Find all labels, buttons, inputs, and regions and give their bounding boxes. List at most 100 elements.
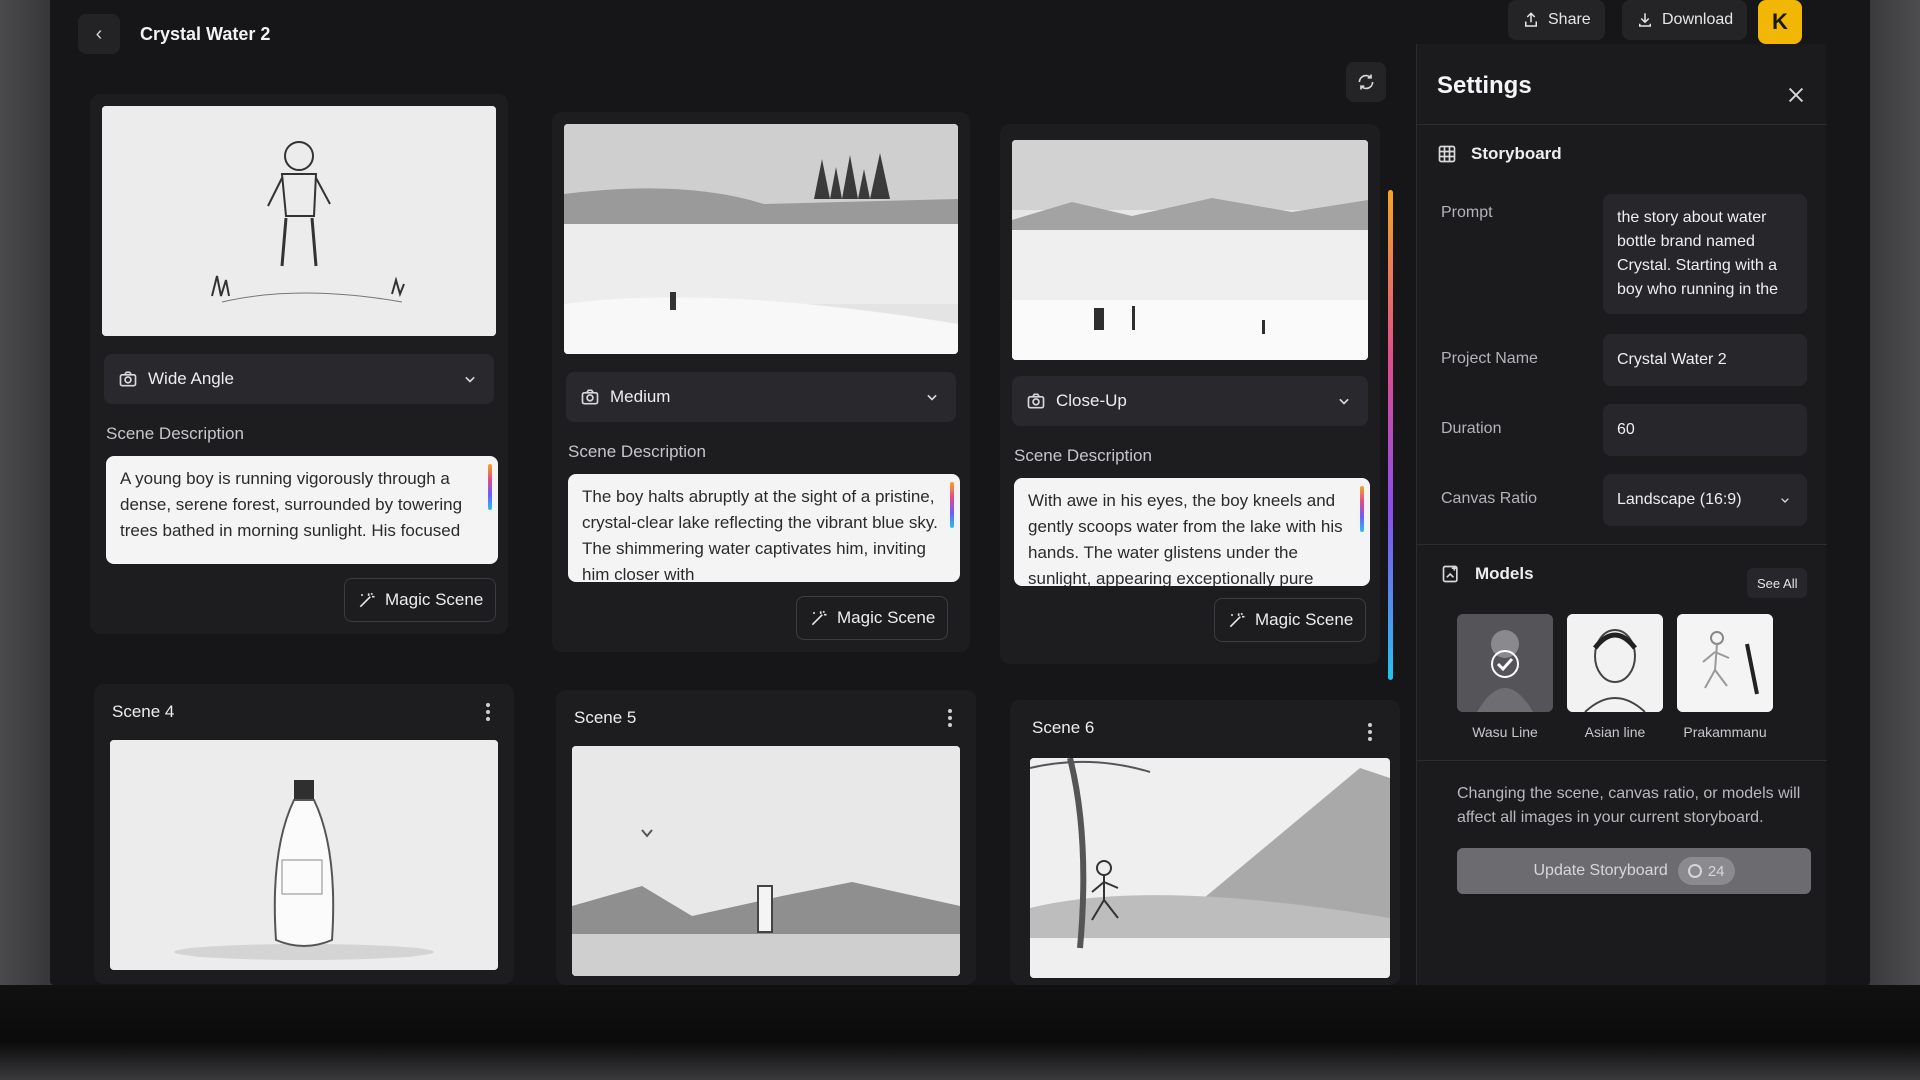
refresh-button[interactable]	[1346, 62, 1386, 102]
water-bottle-sketch	[110, 740, 498, 970]
refresh-icon	[1358, 74, 1374, 90]
shot-label: Wide Angle	[148, 369, 234, 388]
background-right	[1870, 0, 1920, 1080]
scene-image-4[interactable]	[110, 740, 498, 970]
credits-badge: 24	[1677, 857, 1735, 885]
scene-card-3: Close-Up Scene Description With awe in h…	[1000, 124, 1380, 664]
shot-select-1[interactable]: Wide Angle	[104, 354, 494, 404]
settings-panel: Settings Storyboard Prompt the story abo…	[1416, 44, 1827, 985]
scene-card-1: Wide Angle Scene Description A young boy…	[90, 94, 508, 634]
check-icon	[1491, 650, 1519, 678]
camera-icon	[1027, 393, 1045, 409]
magic-scene-label: Magic Scene	[385, 590, 484, 609]
magic-scene-button[interactable]: Magic Scene	[344, 578, 497, 622]
models-label: Models	[1475, 564, 1534, 583]
update-storyboard-button[interactable]: Update Storyboard 24	[1457, 848, 1811, 894]
model-thumbnail	[1677, 614, 1773, 712]
update-storyboard-label: Update Storyboard	[1533, 862, 1668, 879]
model-option-prakammanu[interactable]: Prakammanu	[1677, 614, 1773, 740]
close-icon[interactable]	[1785, 84, 1807, 106]
app-window: ‹ Crystal Water 2 Share Download K Wide …	[50, 0, 1870, 985]
lake-shore-sketch	[1012, 140, 1368, 360]
image-add-icon	[1442, 565, 1458, 583]
canvas-ratio-label: Canvas Ratio	[1441, 490, 1538, 507]
settings-title: Settings	[1437, 72, 1532, 99]
duration-input[interactable]: 60	[1603, 404, 1807, 456]
coin-icon	[1687, 864, 1702, 878]
chevron-down-icon	[1339, 398, 1349, 405]
scene-title: Scene 6	[1032, 718, 1095, 737]
running-figure-sketch	[1677, 614, 1773, 712]
prompt-input[interactable]: the story about water bottle brand named…	[1603, 194, 1807, 314]
magic-wand-icon	[811, 610, 827, 626]
scene-description-label: Scene Description	[568, 442, 706, 461]
scene-image-5[interactable]	[572, 746, 960, 976]
model-thumbnail	[1457, 614, 1553, 712]
camera-icon	[581, 389, 599, 405]
scene-card-6: Scene 6	[1010, 700, 1400, 985]
scene-image-6[interactable]	[1030, 758, 1390, 978]
canvas-ratio-select[interactable]: Landscape (16:9)	[1603, 474, 1807, 526]
chevron-down-icon	[465, 376, 475, 383]
more-options-icon[interactable]	[1360, 720, 1380, 744]
chevron-down-icon	[927, 394, 937, 401]
model-thumbnail	[1567, 614, 1663, 712]
chevron-left-icon: ‹	[95, 22, 103, 45]
scene-card-4: Scene 4	[94, 684, 514, 984]
camera-icon	[119, 371, 137, 387]
divider	[1417, 544, 1827, 545]
magic-scene-label: Magic Scene	[837, 608, 936, 627]
share-label: Share	[1548, 11, 1591, 28]
scene-title: Scene 4	[112, 702, 175, 721]
shot-label: Medium	[610, 387, 671, 406]
bottle-landscape-sketch	[572, 746, 960, 976]
divider	[1417, 760, 1827, 761]
download-icon	[1639, 13, 1651, 27]
magic-wand-icon	[1229, 612, 1245, 628]
scene-description-label: Scene Description	[106, 424, 244, 443]
magic-scene-button[interactable]: Magic Scene	[1214, 598, 1367, 642]
project-name-input[interactable]: Crystal Water 2	[1603, 334, 1807, 386]
scene-description-label: Scene Description	[1014, 446, 1152, 465]
ai-accent-bar	[950, 482, 954, 528]
scene-card-5: Scene 5	[556, 690, 976, 985]
more-options-icon[interactable]	[940, 706, 960, 730]
models-section-header: Models	[1441, 564, 1534, 584]
back-button[interactable]: ‹	[78, 14, 120, 54]
canvas-ratio-value: Landscape (16:9)	[1617, 491, 1742, 508]
model-name: Asian line	[1584, 724, 1646, 740]
scene-image-1[interactable]	[102, 106, 496, 336]
download-button[interactable]: Download	[1622, 0, 1748, 40]
scene-image-3[interactable]	[1012, 140, 1368, 360]
magic-scene-button[interactable]: Magic Scene	[796, 596, 949, 640]
model-option-asian-line[interactable]: Asian line	[1567, 614, 1663, 740]
credits-value: 24	[1707, 862, 1725, 880]
shot-select-3[interactable]: Close-Up	[1012, 376, 1368, 426]
ai-accent-bar	[1360, 486, 1364, 532]
scene-image-2[interactable]	[564, 124, 958, 354]
boy-running-landscape-sketch	[1030, 758, 1390, 978]
model-name: Wasu Line	[1472, 724, 1538, 740]
model-option-wasu-line[interactable]: Wasu Line	[1457, 614, 1553, 740]
share-button[interactable]: Share	[1508, 0, 1605, 40]
settings-note: Changing the scene, canvas ratio, or mod…	[1457, 785, 1801, 826]
model-name: Prakammanu	[1683, 724, 1767, 740]
scene-card-2: Medium Scene Description The boy halts a…	[552, 112, 970, 652]
duration-label: Duration	[1441, 420, 1502, 437]
project-name-label: Project Name	[1441, 350, 1538, 367]
boy-walking-sketch	[102, 106, 496, 336]
more-options-icon[interactable]	[478, 700, 498, 724]
user-avatar[interactable]: K	[1758, 0, 1802, 44]
scene-description-input[interactable]: The boy halts abruptly at the sight of a…	[568, 474, 960, 582]
download-label: Download	[1662, 11, 1734, 28]
background-bottom	[0, 985, 1920, 1080]
see-all-button[interactable]: See All	[1747, 568, 1808, 598]
scene-description-text: With awe in his eyes, the boy kneels and…	[1028, 491, 1343, 586]
storyboard-section-header: Storyboard	[1437, 144, 1562, 164]
shot-select-2[interactable]: Medium	[566, 372, 956, 422]
lake-landscape-sketch	[564, 124, 958, 354]
portrait-sketch	[1567, 614, 1663, 712]
scene-description-input[interactable]: A young boy is running vigorously throug…	[106, 456, 498, 564]
scrollbar[interactable]	[1388, 190, 1393, 680]
scene-description-input[interactable]: With awe in his eyes, the boy kneels and…	[1014, 478, 1370, 586]
